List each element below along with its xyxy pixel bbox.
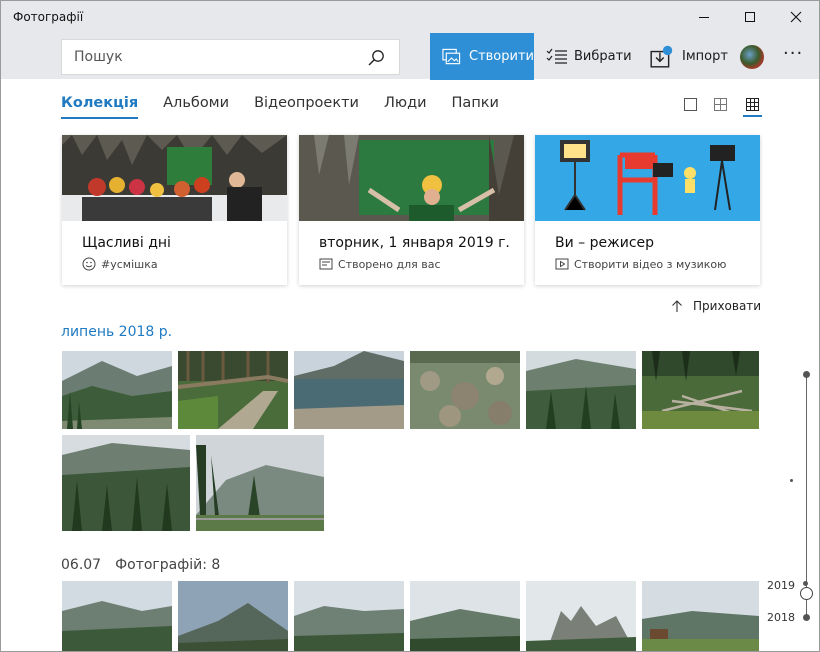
search-icon[interactable] — [367, 49, 385, 67]
card-title: вторник, 1 января 2019 г. — [319, 235, 510, 251]
view-small-icon[interactable] — [746, 98, 759, 111]
photo-thumbnail[interactable] — [642, 351, 759, 429]
search-input[interactable] — [62, 40, 352, 74]
search-box[interactable] — [61, 39, 400, 75]
photo-thumbnail[interactable] — [62, 581, 172, 651]
card-image — [535, 135, 760, 221]
photo-thumbnail[interactable] — [410, 351, 520, 429]
close-button[interactable] — [773, 1, 819, 33]
photo-thumbnail[interactable] — [526, 351, 636, 429]
minimize-icon — [699, 16, 709, 18]
tab-collection[interactable]: Колекція — [61, 95, 139, 119]
import-button[interactable]: Імпорт — [648, 33, 728, 80]
photo-thumbnail[interactable] — [178, 581, 288, 651]
view-medium-icon[interactable] — [714, 98, 727, 111]
timeline-top-marker[interactable] — [803, 371, 810, 378]
maximize-button[interactable] — [727, 1, 773, 33]
album-icon — [319, 258, 333, 270]
tab-folders[interactable]: Папки — [452, 95, 499, 119]
create-label: Створити — [469, 49, 534, 64]
tab-video-projects[interactable]: Відеопроекти — [254, 95, 359, 119]
video-icon — [555, 258, 569, 270]
card-title: Ви – режисер — [555, 235, 655, 251]
month-heading[interactable]: липень 2018 р. — [61, 324, 172, 340]
photo-thumbnail[interactable] — [178, 351, 288, 429]
timeline-bottom-marker[interactable] — [803, 614, 810, 621]
timeline-marker — [803, 581, 808, 586]
smiley-icon — [82, 257, 96, 271]
import-label: Імпорт — [682, 49, 728, 64]
date-group-heading[interactable]: 06.07 Фотографій: 8 — [61, 557, 220, 573]
select-button[interactable]: Вибрати — [546, 33, 632, 80]
timeline-handle[interactable] — [800, 587, 813, 600]
card-image — [299, 135, 524, 221]
photo-thumbnail[interactable] — [294, 351, 404, 429]
card-subtitle: #усмішка — [82, 257, 158, 271]
card-director[interactable]: Ви – режисер Створити відео з музикою — [535, 135, 760, 285]
timeline-marker — [790, 479, 793, 482]
create-button[interactable]: Створити — [430, 33, 534, 80]
more-options-button[interactable]: ··· — [783, 43, 803, 64]
hide-label: Приховати — [693, 299, 762, 313]
close-icon — [790, 11, 802, 23]
photos-window: Фотографії Створити Вибрати — [0, 0, 820, 652]
date-group-count: Фотографій: 8 — [115, 557, 221, 573]
tab-albums[interactable]: Альбоми — [163, 95, 229, 119]
photo-thumbnail[interactable] — [294, 581, 404, 651]
nav-tabs: Колекція Альбоми Відеопроекти Люди Папки — [61, 95, 524, 119]
card-jan-2019[interactable]: вторник, 1 января 2019 г. Створено для в… — [299, 135, 524, 285]
card-subtitle: Створити відео з музикою — [555, 257, 726, 271]
maximize-icon — [745, 12, 755, 22]
card-title: Щасливі дні — [82, 235, 171, 251]
card-subtitle-text: #усмішка — [101, 257, 158, 271]
photo-thumbnail[interactable] — [62, 435, 190, 531]
card-subtitle: Створено для вас — [319, 257, 441, 271]
avatar[interactable] — [740, 45, 764, 69]
photo-thumbnail[interactable] — [410, 581, 520, 651]
checklist-icon — [546, 48, 567, 64]
tab-people[interactable]: Люди — [384, 95, 427, 119]
card-subtitle-text: Створити відео з музикою — [574, 257, 727, 271]
window-title: Фотографії — [13, 10, 84, 24]
view-selected-indicator — [743, 115, 762, 117]
photo-thumbnail[interactable] — [196, 435, 324, 531]
photo-thumbnail[interactable] — [642, 581, 759, 651]
date-group-date: 06.07 — [61, 557, 102, 573]
photo-thumbnail[interactable] — [62, 351, 172, 429]
view-large-icon[interactable] — [684, 98, 697, 111]
card-subtitle-text: Створено для вас — [338, 257, 441, 271]
create-icon — [442, 48, 461, 64]
timeline-year-2019[interactable]: 2019 — [767, 579, 795, 592]
card-image — [62, 135, 287, 221]
hide-button[interactable]: Приховати — [671, 299, 761, 313]
card-happy-days[interactable]: Щасливі дні #усмішка — [62, 135, 287, 285]
timeline-year-2018[interactable]: 2018 — [767, 611, 795, 624]
photo-thumbnail[interactable] — [526, 581, 636, 651]
minimize-button[interactable] — [681, 1, 727, 33]
select-label: Вибрати — [574, 49, 632, 64]
import-icon — [650, 45, 673, 68]
arrow-up-icon — [672, 299, 682, 312]
